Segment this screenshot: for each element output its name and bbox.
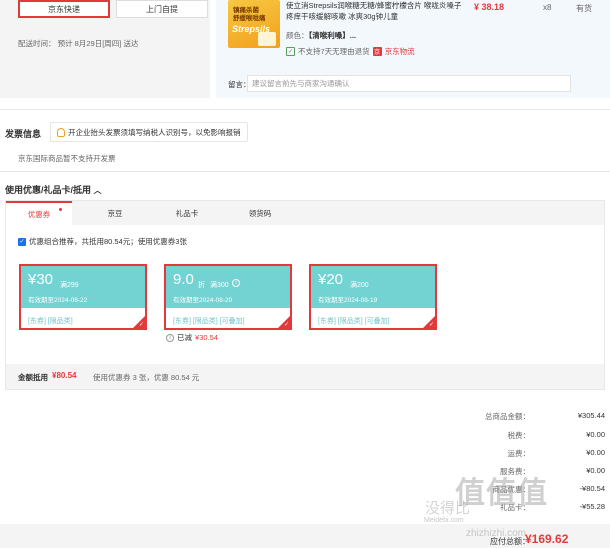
- coupon-card[interactable]: ¥30 满299 有效期至2024-08-22 [东券] [限品类] ✓: [19, 264, 147, 330]
- summary-used: 使用优惠券 3 张，优惠 80.54 元: [93, 373, 200, 382]
- tab-redeem-code[interactable]: 领货码: [227, 201, 293, 225]
- combo-text: 优惠组合推荐，共抵用80.54元；使用优惠券3张: [29, 237, 187, 246]
- coupon-condition: 满200: [350, 282, 369, 289]
- total-value: -¥80.54: [579, 484, 605, 493]
- divider: [0, 171, 610, 172]
- check-icon: ✓: [428, 322, 434, 328]
- jd-logistics-icon: 京: [372, 47, 382, 56]
- product-image[interactable]: 镇痛杀菌 舒缓喉咙痛 Strepsils: [228, 0, 280, 48]
- delivery-value: 预计 8月29日[周四] 送达: [57, 39, 139, 48]
- total-label: 运费：: [507, 449, 531, 458]
- coupon-reduced: i 已减 ¥30.54: [166, 332, 218, 343]
- product-quantity: x8: [543, 3, 552, 12]
- coupon-card[interactable]: ¥20 满200 有效期至2024-08-19 [东券] [限品类] [可叠加]…: [309, 264, 437, 330]
- shipping-option-self-pickup[interactable]: 上门自提: [116, 0, 208, 18]
- invoice-note: 京东国际商品暂不支持开发票: [18, 154, 116, 163]
- product-stock: 有货: [576, 4, 592, 13]
- coupon-unit: 折: [198, 282, 205, 289]
- watermark-url-2: zhizhizhi.com: [466, 528, 527, 539]
- product-service-tags: ✓ 不支持7天无理由退货 京 京东物流: [286, 46, 415, 57]
- coupon-condition: 满300: [210, 282, 229, 289]
- chevron-up-icon[interactable]: ︿: [94, 186, 102, 195]
- reduced-value: ¥30.54: [195, 333, 218, 342]
- checkbox-checked-icon[interactable]: ✓: [18, 237, 26, 246]
- delivery-label: 配送时间：: [18, 39, 56, 48]
- invoice-title: 发票信息: [5, 129, 42, 139]
- no-return-text: 不支持7天无理由退货: [298, 47, 370, 56]
- coupon-amount: ¥20: [318, 271, 344, 288]
- coupon-tags: [东券] [限品类]: [28, 318, 73, 325]
- jd-logistics-text: 京东物流: [384, 47, 415, 56]
- summary-value: ¥80.54: [52, 371, 77, 380]
- product-color: 颜色：【清喉利嗓】...: [286, 30, 356, 41]
- invoice-tip: 开企业抬头发票须填写纳税人识别号，以免影响报销: [50, 122, 248, 142]
- delivery-time: 配送时间： 预计 8月29日[周四] 送达: [18, 38, 138, 49]
- new-dot-icon: [59, 208, 62, 211]
- info-icon[interactable]: i: [166, 333, 174, 342]
- check-icon: ✓: [283, 322, 289, 328]
- coupon-tags: [东券] [限品类] [可叠加]: [318, 318, 390, 325]
- coupon-amount: ¥30: [28, 271, 54, 288]
- tab-coupons[interactable]: 优惠券: [6, 201, 72, 225]
- coupon-condition: 满299: [60, 282, 79, 289]
- tab-jd-beans[interactable]: 京豆: [82, 201, 148, 225]
- tab-gift-card[interactable]: 礼品卡: [154, 201, 220, 225]
- reduced-label: 已减: [177, 333, 192, 342]
- total-label: 税费：: [507, 431, 531, 440]
- product-image-text-2: 舒缓喉咙痛: [233, 15, 266, 22]
- total-value: -¥55.28: [579, 502, 605, 511]
- total-value: ¥0.00: [586, 448, 605, 457]
- return-policy-icon: ✓: [286, 47, 295, 56]
- summary-label: 金额抵用: [18, 373, 48, 382]
- coupon-section-title[interactable]: 使用优惠/礼品卡/抵用 ︿: [5, 183, 102, 196]
- total-row: 税费： ¥0.00: [420, 430, 606, 441]
- product-color-value: 【清喉利嗓】...: [308, 31, 357, 40]
- coupon-combo-recommend[interactable]: ✓ 优惠组合推荐，共抵用80.54元；使用优惠券3张: [18, 236, 187, 247]
- info-icon[interactable]: i: [232, 279, 240, 287]
- check-icon: ✓: [138, 322, 144, 328]
- total-row: 总商品金额： ¥305.44: [420, 411, 605, 422]
- invoice-tip-text: 开企业抬头发票须填写纳税人识别号，以免影响报销: [68, 127, 241, 137]
- total-value: ¥305.44: [577, 411, 605, 420]
- coupon-card[interactable]: 9.0 折 满300 i 有效期至2024-08-20 [东券] [限品类] […: [164, 264, 292, 330]
- total-value: ¥0.00: [586, 466, 605, 475]
- product-pack-graphic: [258, 32, 276, 46]
- coupon-amount: 9.0: [173, 271, 194, 288]
- product-color-label: 颜色：: [286, 31, 309, 40]
- total-value: ¥0.00: [586, 430, 605, 439]
- coupon-section-label: 使用优惠/礼品卡/抵用: [5, 185, 92, 195]
- shipping-option-jd-express[interactable]: 京东快递: [18, 0, 110, 18]
- total-label: 总商品金额：: [485, 412, 530, 421]
- coupon-expiry: 有效期至2024-08-20: [173, 297, 233, 304]
- lightbulb-icon: [57, 127, 65, 137]
- total-row: 运费： ¥0.00: [420, 448, 606, 459]
- memo-input[interactable]: [247, 75, 571, 92]
- tab-coupons-label: 优惠券: [27, 209, 51, 219]
- payable-value: ¥169.62: [525, 532, 569, 546]
- watermark-url: Meidebi.com: [424, 517, 464, 524]
- watermark-text: 没得比: [425, 500, 471, 517]
- product-title[interactable]: 使立消Strepsils润喉糖无糖/蜂蜜柠檬含片 喉咙炎嗓子疼痒干咳缓解咳嗽 冰…: [286, 1, 464, 22]
- divider: [0, 109, 610, 110]
- coupon-expiry: 有效期至2024-08-22: [28, 297, 88, 304]
- coupon-tags: [东券] [限品类] [可叠加]: [173, 318, 245, 325]
- product-price: ¥ 38.18: [474, 2, 505, 12]
- coupon-expiry: 有效期至2024-08-19: [318, 297, 378, 304]
